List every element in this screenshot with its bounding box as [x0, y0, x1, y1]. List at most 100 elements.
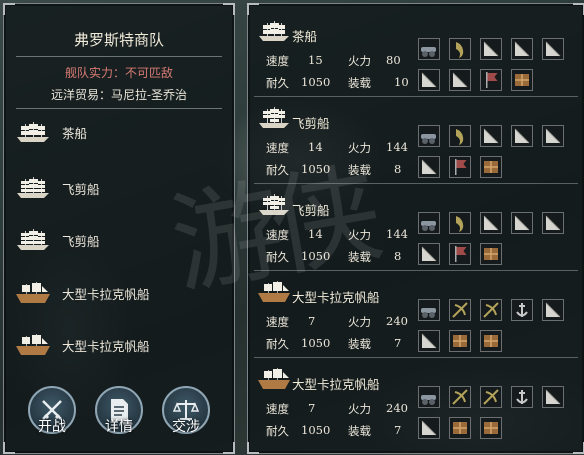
anchor-icon	[516, 303, 528, 317]
equipment-slot[interactable]	[449, 330, 471, 352]
equipment-slot[interactable]	[449, 125, 471, 147]
ship-list-item[interactable]: 大型卡拉克帆船	[14, 278, 214, 308]
ship-detail-card: 飞剪船 速度 14 火力 144 耐久 1050 装载 8	[248, 188, 584, 271]
equipment-slot[interactable]	[542, 299, 564, 321]
durability-label: 耐久	[266, 424, 289, 438]
ship-detail-card: 大型卡拉克帆船 速度 7 火力 240 耐久 1050 装载 7	[248, 275, 584, 358]
cargo-icon	[484, 161, 498, 173]
equipment-slot[interactable]	[418, 38, 440, 60]
equipment-slot[interactable]	[418, 386, 440, 408]
crossbow-icon	[483, 302, 499, 318]
equipment-slot[interactable]	[449, 156, 471, 178]
firepower-label: 火力	[348, 402, 371, 416]
crossbow-icon	[452, 389, 468, 405]
capacity-value: 7	[394, 336, 402, 350]
sail-icon	[514, 215, 530, 231]
attack-button[interactable]: 开战	[28, 386, 76, 435]
frame-corner	[3, 3, 15, 15]
equipment-slot[interactable]	[511, 69, 533, 91]
clipper-icon	[17, 229, 49, 250]
ship-list-item[interactable]: 茶船	[14, 117, 214, 147]
ship-name: 大型卡拉克帆船	[62, 286, 150, 302]
equipment-slot[interactable]	[418, 330, 440, 352]
equipment-slot[interactable]	[418, 212, 440, 234]
ship-detail-name: 飞剪船	[292, 116, 330, 131]
equipment-slot[interactable]	[418, 417, 440, 439]
sail-icon	[421, 159, 437, 175]
equipment-slot[interactable]	[449, 38, 471, 60]
divider	[16, 56, 222, 57]
equipment-slot[interactable]	[449, 212, 471, 234]
divider	[16, 108, 222, 109]
firepower-label: 火力	[348, 141, 371, 155]
equipment-slot[interactable]	[418, 299, 440, 321]
equipment-slot[interactable]	[480, 299, 502, 321]
equipment-slot[interactable]	[480, 38, 502, 60]
equipment-slot[interactable]	[449, 299, 471, 321]
firepower-value: 144	[386, 140, 408, 154]
negotiate-button[interactable]: 交涉	[162, 386, 210, 435]
frame-corner	[573, 442, 584, 454]
firepower-value: 240	[386, 401, 408, 415]
ship-list-item[interactable]: 飞剪船	[14, 225, 214, 255]
equipment-slot[interactable]	[542, 386, 564, 408]
firepower-label: 火力	[348, 228, 371, 242]
cargo-icon	[484, 248, 498, 260]
equipment-slot[interactable]	[511, 125, 533, 147]
capacity-value: 8	[394, 249, 402, 263]
firepower-value: 144	[386, 227, 408, 241]
equipment-slot[interactable]	[449, 69, 471, 91]
frame-corner	[247, 442, 259, 454]
equipment-slot[interactable]	[480, 156, 502, 178]
speed-value: 14	[308, 140, 323, 154]
equipment-slot[interactable]	[480, 243, 502, 265]
ship-icon	[259, 107, 289, 128]
equipment-slot[interactable]	[542, 212, 564, 234]
strength-label: 舰队实力：	[64, 66, 125, 80]
capacity-label: 装载	[348, 76, 371, 90]
speed-label: 速度	[266, 54, 289, 68]
details-button[interactable]: 详情	[95, 386, 143, 435]
equipment-slot[interactable]	[480, 417, 502, 439]
card-separator	[254, 270, 578, 271]
fleet-strength: 舰队实力：不可匹敌	[4, 64, 234, 81]
equipment-slot[interactable]	[480, 69, 502, 91]
equipment-slot[interactable]	[480, 212, 502, 234]
cannon-icon	[421, 47, 436, 57]
ship-icon	[259, 194, 289, 215]
equipment-slot[interactable]	[480, 386, 502, 408]
equipment-slot[interactable]	[511, 38, 533, 60]
flag-icon	[455, 246, 467, 262]
equipment-slot[interactable]	[418, 156, 440, 178]
ship-list-item[interactable]: 飞剪船	[14, 173, 214, 203]
equipment-slot[interactable]	[418, 125, 440, 147]
equipment-slot[interactable]	[480, 125, 502, 147]
equipment-slot[interactable]	[449, 417, 471, 439]
speed-label: 速度	[266, 315, 289, 329]
ship-list-item[interactable]: 大型卡拉克帆船	[14, 330, 214, 360]
equipment-slot[interactable]	[418, 69, 440, 91]
cannon-icon	[421, 395, 436, 405]
capacity-label: 装载	[348, 163, 371, 177]
equipment-slot[interactable]	[511, 386, 533, 408]
ship-details-panel: 茶船 速度 15 火力 80 耐久 1050 装载 10 飞剪船 速度 14 火力 144 耐久 1050 装载…	[247, 3, 584, 454]
durability-value: 1050	[301, 162, 331, 176]
sail-icon	[421, 246, 437, 262]
trade-route-value: 马尼拉-圣乔治	[110, 88, 188, 102]
durability-label: 耐久	[266, 76, 289, 90]
equipment-slot[interactable]	[449, 243, 471, 265]
equipment-slot[interactable]	[511, 212, 533, 234]
equipment-slot[interactable]	[480, 330, 502, 352]
fleet-name: 弗罗斯特商队	[73, 31, 164, 49]
equipment-slot[interactable]	[418, 243, 440, 265]
cargo-icon	[453, 422, 467, 434]
equipment-slot[interactable]	[449, 386, 471, 408]
sail-icon	[545, 215, 561, 231]
capacity-label: 装载	[348, 250, 371, 264]
equipment-slot[interactable]	[511, 299, 533, 321]
equipment-slot[interactable]	[542, 125, 564, 147]
equipment-slot[interactable]	[542, 38, 564, 60]
sail-icon	[545, 389, 561, 405]
ship-name: 茶船	[62, 125, 88, 141]
speed-label: 速度	[266, 402, 289, 416]
